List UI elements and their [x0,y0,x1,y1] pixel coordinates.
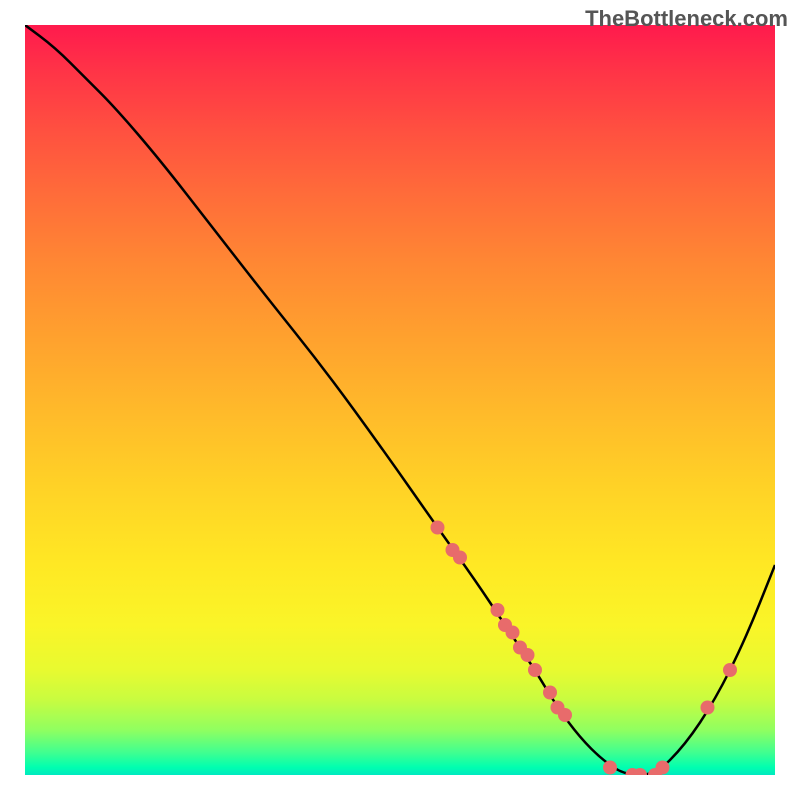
data-marker [603,761,617,775]
data-marker [558,708,572,722]
data-marker [431,521,445,535]
curve-line [25,25,775,775]
data-marker [491,603,505,617]
data-marker [701,701,715,715]
data-marker [521,648,535,662]
data-marker [656,761,670,775]
data-marker [528,663,542,677]
data-marker [543,686,557,700]
chart-container: TheBottleneck.com [0,0,800,800]
chart-svg [25,25,775,775]
data-marker [506,626,520,640]
data-marker [723,663,737,677]
watermark-text: TheBottleneck.com [585,6,788,32]
data-marker [453,551,467,565]
curve-path [25,25,775,775]
